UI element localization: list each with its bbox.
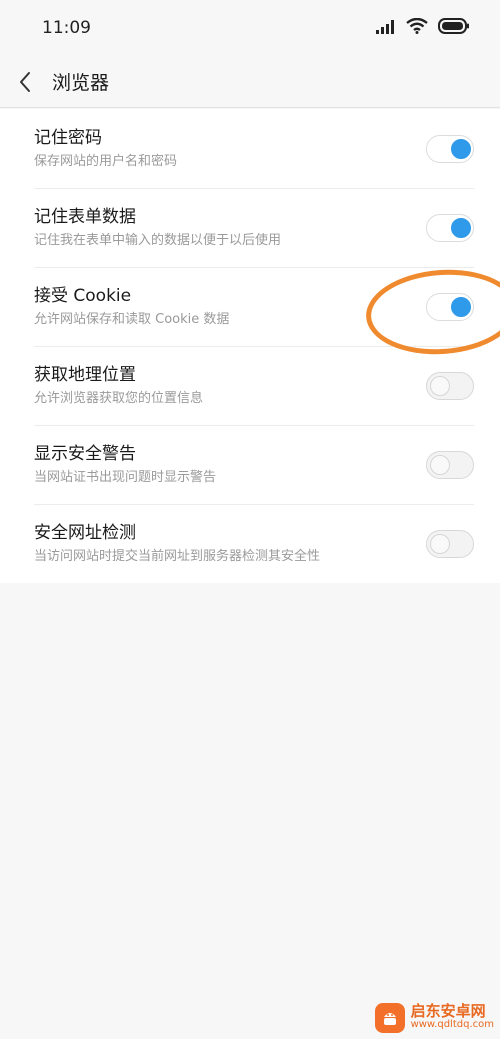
remember-password-toggle[interactable] (426, 134, 474, 163)
remember-form-data-toggle[interactable] (426, 213, 474, 242)
setting-subtitle: 允许网站保存和读取 Cookie 数据 (34, 312, 230, 327)
toggle-knob (430, 375, 450, 396)
toggle-knob (430, 533, 450, 554)
setting-subtitle: 当网站证书出现问题时显示警告 (34, 470, 217, 485)
setting-title: 安全网址检测 (34, 523, 136, 543)
setting-row-accept-cookie[interactable]: 接受 Cookie 允许网站保存和读取 Cookie 数据 (0, 267, 500, 346)
android-icon (383, 1013, 396, 1025)
page-title: 浏览器 (52, 72, 110, 94)
setting-row-security-warnings[interactable]: 显示安全警告 当网站证书出现问题时显示警告 (0, 425, 500, 504)
settings-list: 记住密码 保存网站的用户名和密码 记住表单数据 记住我在表单中输入的数据以便于以… (0, 109, 500, 583)
setting-row-safe-url-check[interactable]: 安全网址检测 当访问网站时提交当前网址到服务器检测其安全性 (0, 504, 500, 583)
watermark-name: 启东安卓网 (410, 1002, 486, 1020)
toggle-knob (451, 217, 471, 238)
watermark: 启东安卓网 www.qdltdq.com (374, 1002, 494, 1033)
security-warnings-toggle[interactable] (426, 450, 474, 479)
accept-cookie-toggle[interactable] (426, 292, 474, 321)
setting-row-location[interactable]: 获取地理位置 允许浏览器获取您的位置信息 (0, 346, 500, 425)
setting-title: 获取地理位置 (34, 365, 136, 385)
setting-title: 显示安全警告 (34, 444, 136, 464)
status-time: 11:09 (42, 18, 91, 38)
battery-icon (438, 18, 470, 38)
setting-row-remember-form-data[interactable]: 记住表单数据 记住我在表单中输入的数据以便于以后使用 (0, 188, 500, 267)
signal-icon (376, 19, 396, 38)
toggle-knob (430, 454, 450, 475)
wifi-icon (406, 17, 428, 38)
chevron-left-icon (20, 71, 30, 92)
location-toggle[interactable] (426, 371, 474, 400)
toggle-knob (451, 296, 471, 317)
setting-title: 记住密码 (34, 128, 102, 148)
watermark-logo (374, 1003, 405, 1033)
setting-row-remember-password[interactable]: 记住密码 保存网站的用户名和密码 (0, 109, 500, 188)
setting-title: 记住表单数据 (34, 207, 136, 227)
setting-subtitle: 允许浏览器获取您的位置信息 (34, 391, 204, 406)
watermark-url: www.qdltdq.com (410, 1019, 494, 1030)
setting-subtitle: 当访问网站时提交当前网址到服务器检测其安全性 (34, 549, 321, 564)
header: 浏览器 (0, 56, 500, 108)
status-icons (376, 17, 470, 38)
back-button[interactable] (18, 69, 40, 95)
setting-title: 接受 Cookie (34, 286, 132, 306)
setting-subtitle: 记住我在表单中输入的数据以便于以后使用 (34, 233, 282, 248)
safe-url-check-toggle[interactable] (426, 529, 474, 558)
setting-subtitle: 保存网站的用户名和密码 (34, 154, 178, 169)
status-bar: 11:09 (0, 0, 500, 56)
toggle-knob (451, 138, 471, 159)
